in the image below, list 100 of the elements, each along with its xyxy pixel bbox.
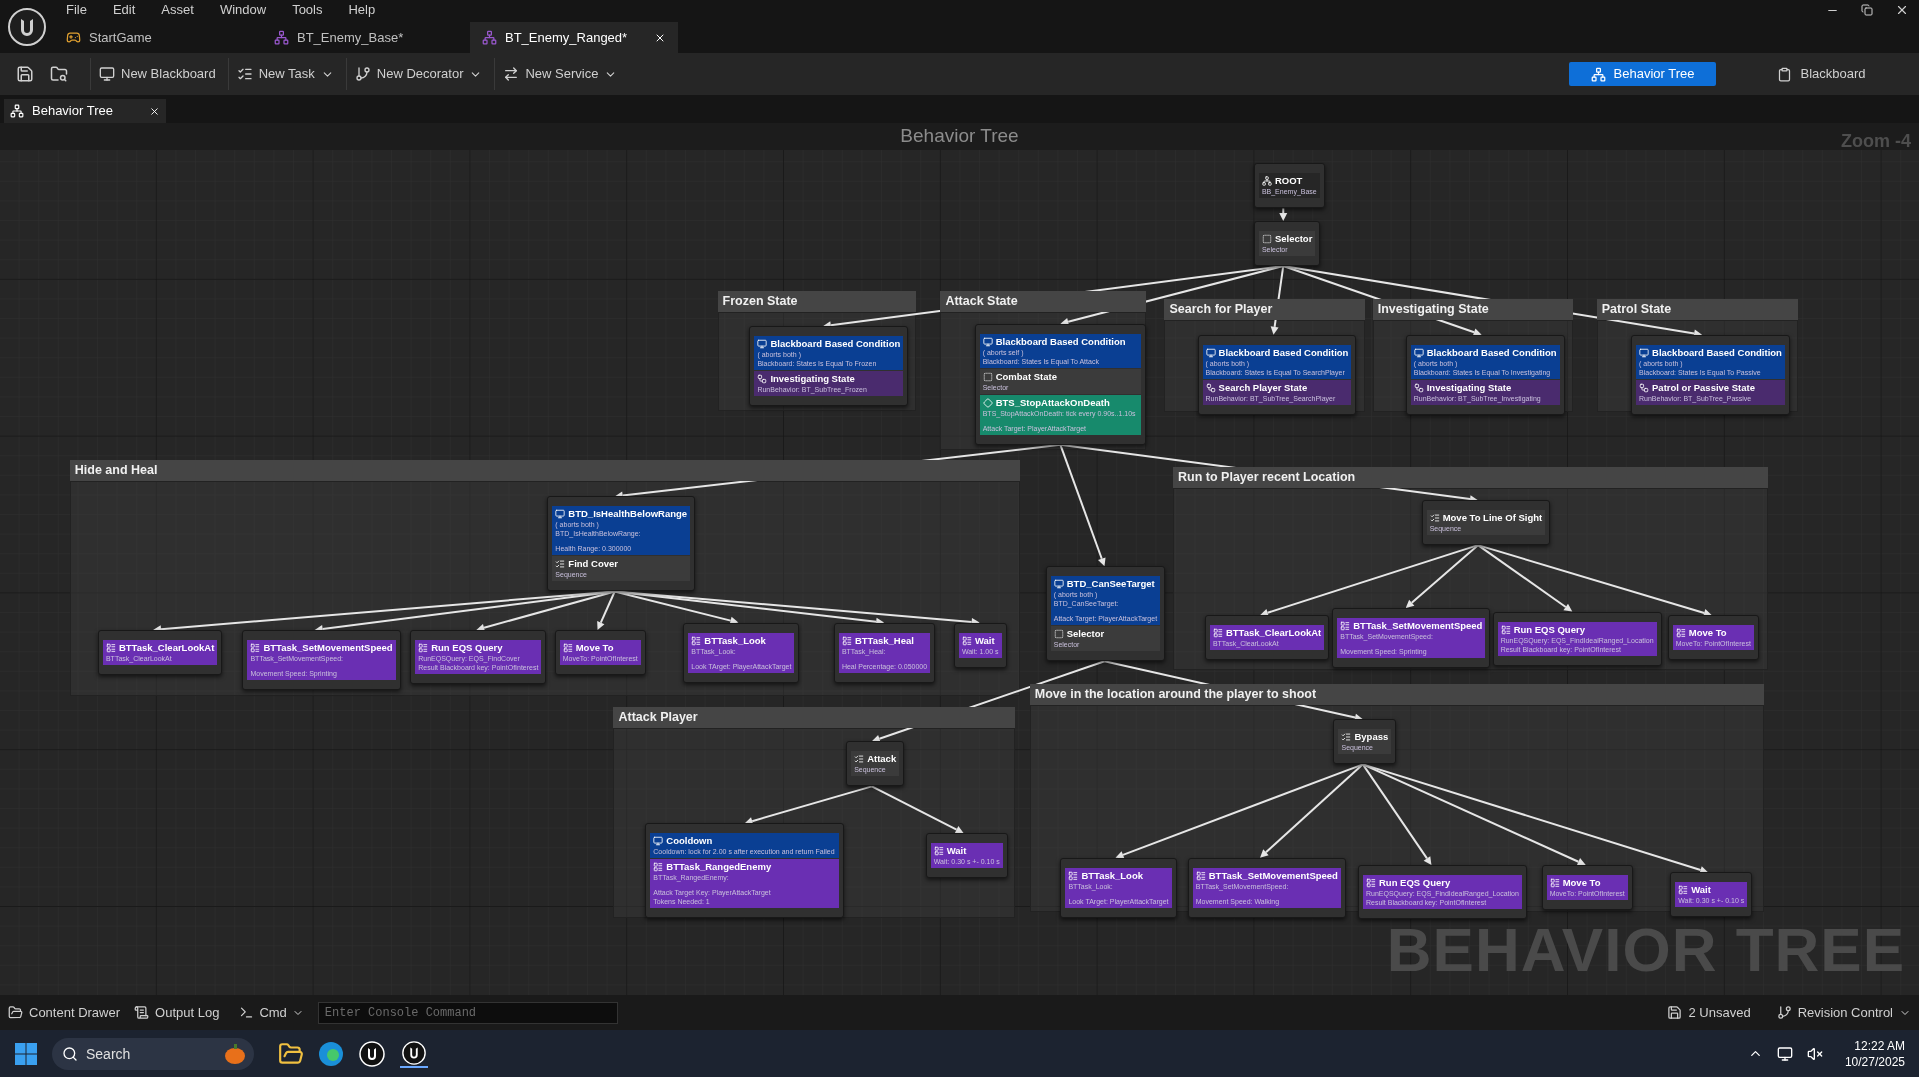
cmd-dropdown[interactable]: Cmd <box>239 1002 304 1023</box>
tree-icon <box>10 104 24 118</box>
node-title: Investigating State <box>1426 381 1512 394</box>
monitor-icon <box>555 509 566 520</box>
mode-button[interactable]: Blackboard <box>1748 62 1895 86</box>
engine-logo[interactable] <box>7 6 47 47</box>
menu-item[interactable]: Help <box>348 0 376 20</box>
comment-title: Patrol State <box>1601 301 1672 319</box>
graph-canvas[interactable] <box>0 123 1919 995</box>
windows-start-icon[interactable] <box>14 1041 38 1066</box>
comment-header[interactable]: Attack Player <box>613 707 1016 729</box>
task-icon <box>250 642 261 653</box>
menu-item[interactable]: Edit <box>112 0 136 20</box>
status-button[interactable]: Content Drawer <box>8 1002 121 1023</box>
node-title: Wait <box>1691 884 1711 897</box>
search-field[interactable]: Search <box>52 1037 254 1070</box>
comment-header[interactable]: Patrol State <box>1596 299 1798 321</box>
node-title: Move To <box>1562 877 1601 890</box>
subtree-icon <box>757 374 768 385</box>
document-tab[interactable]: StartGame <box>54 22 262 53</box>
selector-icon <box>1053 629 1064 640</box>
toolbar-button[interactable]: New Decorator <box>345 58 491 90</box>
tree-icon <box>1590 66 1606 82</box>
task-icon <box>1212 628 1223 639</box>
panel-tab[interactable]: Behavior Tree <box>4 99 166 123</box>
engine-app-icon[interactable] <box>400 1039 428 1068</box>
monitor-icon <box>99 66 115 82</box>
list-icon <box>236 66 253 82</box>
unsaved-button[interactable]: 2 Unsaved <box>1667 1002 1751 1023</box>
console-input[interactable]: Enter Console Command <box>317 1001 618 1024</box>
folder-search-icon <box>50 65 68 83</box>
node-title: Run EQS Query <box>1378 877 1451 890</box>
menu-item[interactable]: File <box>66 0 87 20</box>
menu-item[interactable]: Tools <box>292 0 323 20</box>
node-title: Investigating State <box>770 373 855 386</box>
tree-icon <box>1261 176 1272 187</box>
node-title: Selector <box>1066 628 1105 641</box>
comment-header[interactable]: Frozen State <box>717 290 916 312</box>
task-icon <box>1195 870 1206 881</box>
comment-header[interactable]: Run to Player recent Location <box>1173 467 1769 489</box>
node-title: Selector <box>1274 232 1313 245</box>
folder-icon[interactable] <box>278 1040 304 1067</box>
comment-header[interactable]: Hide and Heal <box>69 459 1020 481</box>
document-tab[interactable]: BT_Enemy_Ranged* <box>470 22 678 53</box>
menu-item[interactable]: Asset <box>161 0 194 20</box>
tree-icon <box>274 30 289 45</box>
monitor-icon <box>1639 347 1650 358</box>
node-title: Blackboard Based Condition <box>995 335 1126 348</box>
comment-title: Investigating State <box>1377 301 1489 319</box>
node-title: BTD_CanSeeTarget <box>1066 578 1155 591</box>
comment-title: Search for Player <box>1169 301 1273 319</box>
close-icon[interactable] <box>149 105 160 117</box>
node-title: BTTask_Heal <box>854 634 914 647</box>
browser-icon[interactable] <box>318 1040 344 1067</box>
comment-title: Attack State <box>945 292 1018 310</box>
revision-control-button[interactable]: Revision Control <box>1776 1002 1911 1023</box>
subtree-icon <box>1205 382 1216 393</box>
status-button[interactable]: Output Log <box>134 1002 220 1023</box>
task-icon <box>1068 870 1079 881</box>
branch-icon <box>354 66 371 82</box>
toolbar-button[interactable]: New Service <box>494 58 626 90</box>
monitor-icon <box>1053 579 1064 590</box>
service-icon <box>982 397 993 408</box>
node-title: BTTask_Look <box>1081 869 1143 882</box>
close-icon[interactable] <box>1895 3 1909 17</box>
subtree-icon <box>1639 382 1650 393</box>
task-icon <box>653 862 664 873</box>
volume-muted-icon[interactable] <box>1806 1045 1823 1062</box>
toolbar-button[interactable]: New Blackboard <box>90 58 224 90</box>
node-title: Run EQS Query <box>431 641 503 654</box>
node-title: Blackboard Based Condition <box>770 338 901 351</box>
monitor-icon <box>757 339 768 350</box>
menu-item[interactable]: Window <box>219 0 267 20</box>
log-icon <box>134 1005 150 1020</box>
toolbar-button[interactable]: New Task <box>227 58 342 90</box>
monitor-icon <box>982 336 993 347</box>
comment-header[interactable]: Investigating State <box>1372 299 1574 321</box>
comment-header[interactable]: Attack State <box>940 290 1147 312</box>
clipboard-icon <box>1777 66 1793 82</box>
tree-node[interactable] <box>974 323 1147 445</box>
comment-header[interactable]: Move in the location around the player to shoot <box>1029 683 1765 705</box>
sequence-icon <box>1429 513 1440 524</box>
node-title: BTTask_RangedEnemy <box>666 861 772 874</box>
mode-button[interactable]: Behavior Tree <box>1569 62 1716 86</box>
node-title: Blackboard Based Condition <box>1218 346 1349 359</box>
node-title: Combat State <box>995 370 1057 383</box>
monitor-icon <box>1413 347 1424 358</box>
document-tab[interactable]: BT_Enemy_Base* <box>262 22 470 53</box>
task-icon <box>1365 878 1376 889</box>
comment-header[interactable]: Search for Player <box>1164 299 1366 321</box>
task-icon <box>1549 878 1560 889</box>
task-icon <box>1678 885 1689 896</box>
node-title: BTTask_Look <box>704 634 766 647</box>
panel-tab-label: Behavior Tree <box>32 102 114 121</box>
restore-icon[interactable] <box>1861 4 1873 16</box>
monitor-icon <box>653 836 664 847</box>
search-icon <box>62 1045 78 1062</box>
subtree-icon <box>1413 382 1424 393</box>
task-icon <box>105 642 116 653</box>
node-title: BTTask_SetMovementSpeed <box>263 641 393 654</box>
